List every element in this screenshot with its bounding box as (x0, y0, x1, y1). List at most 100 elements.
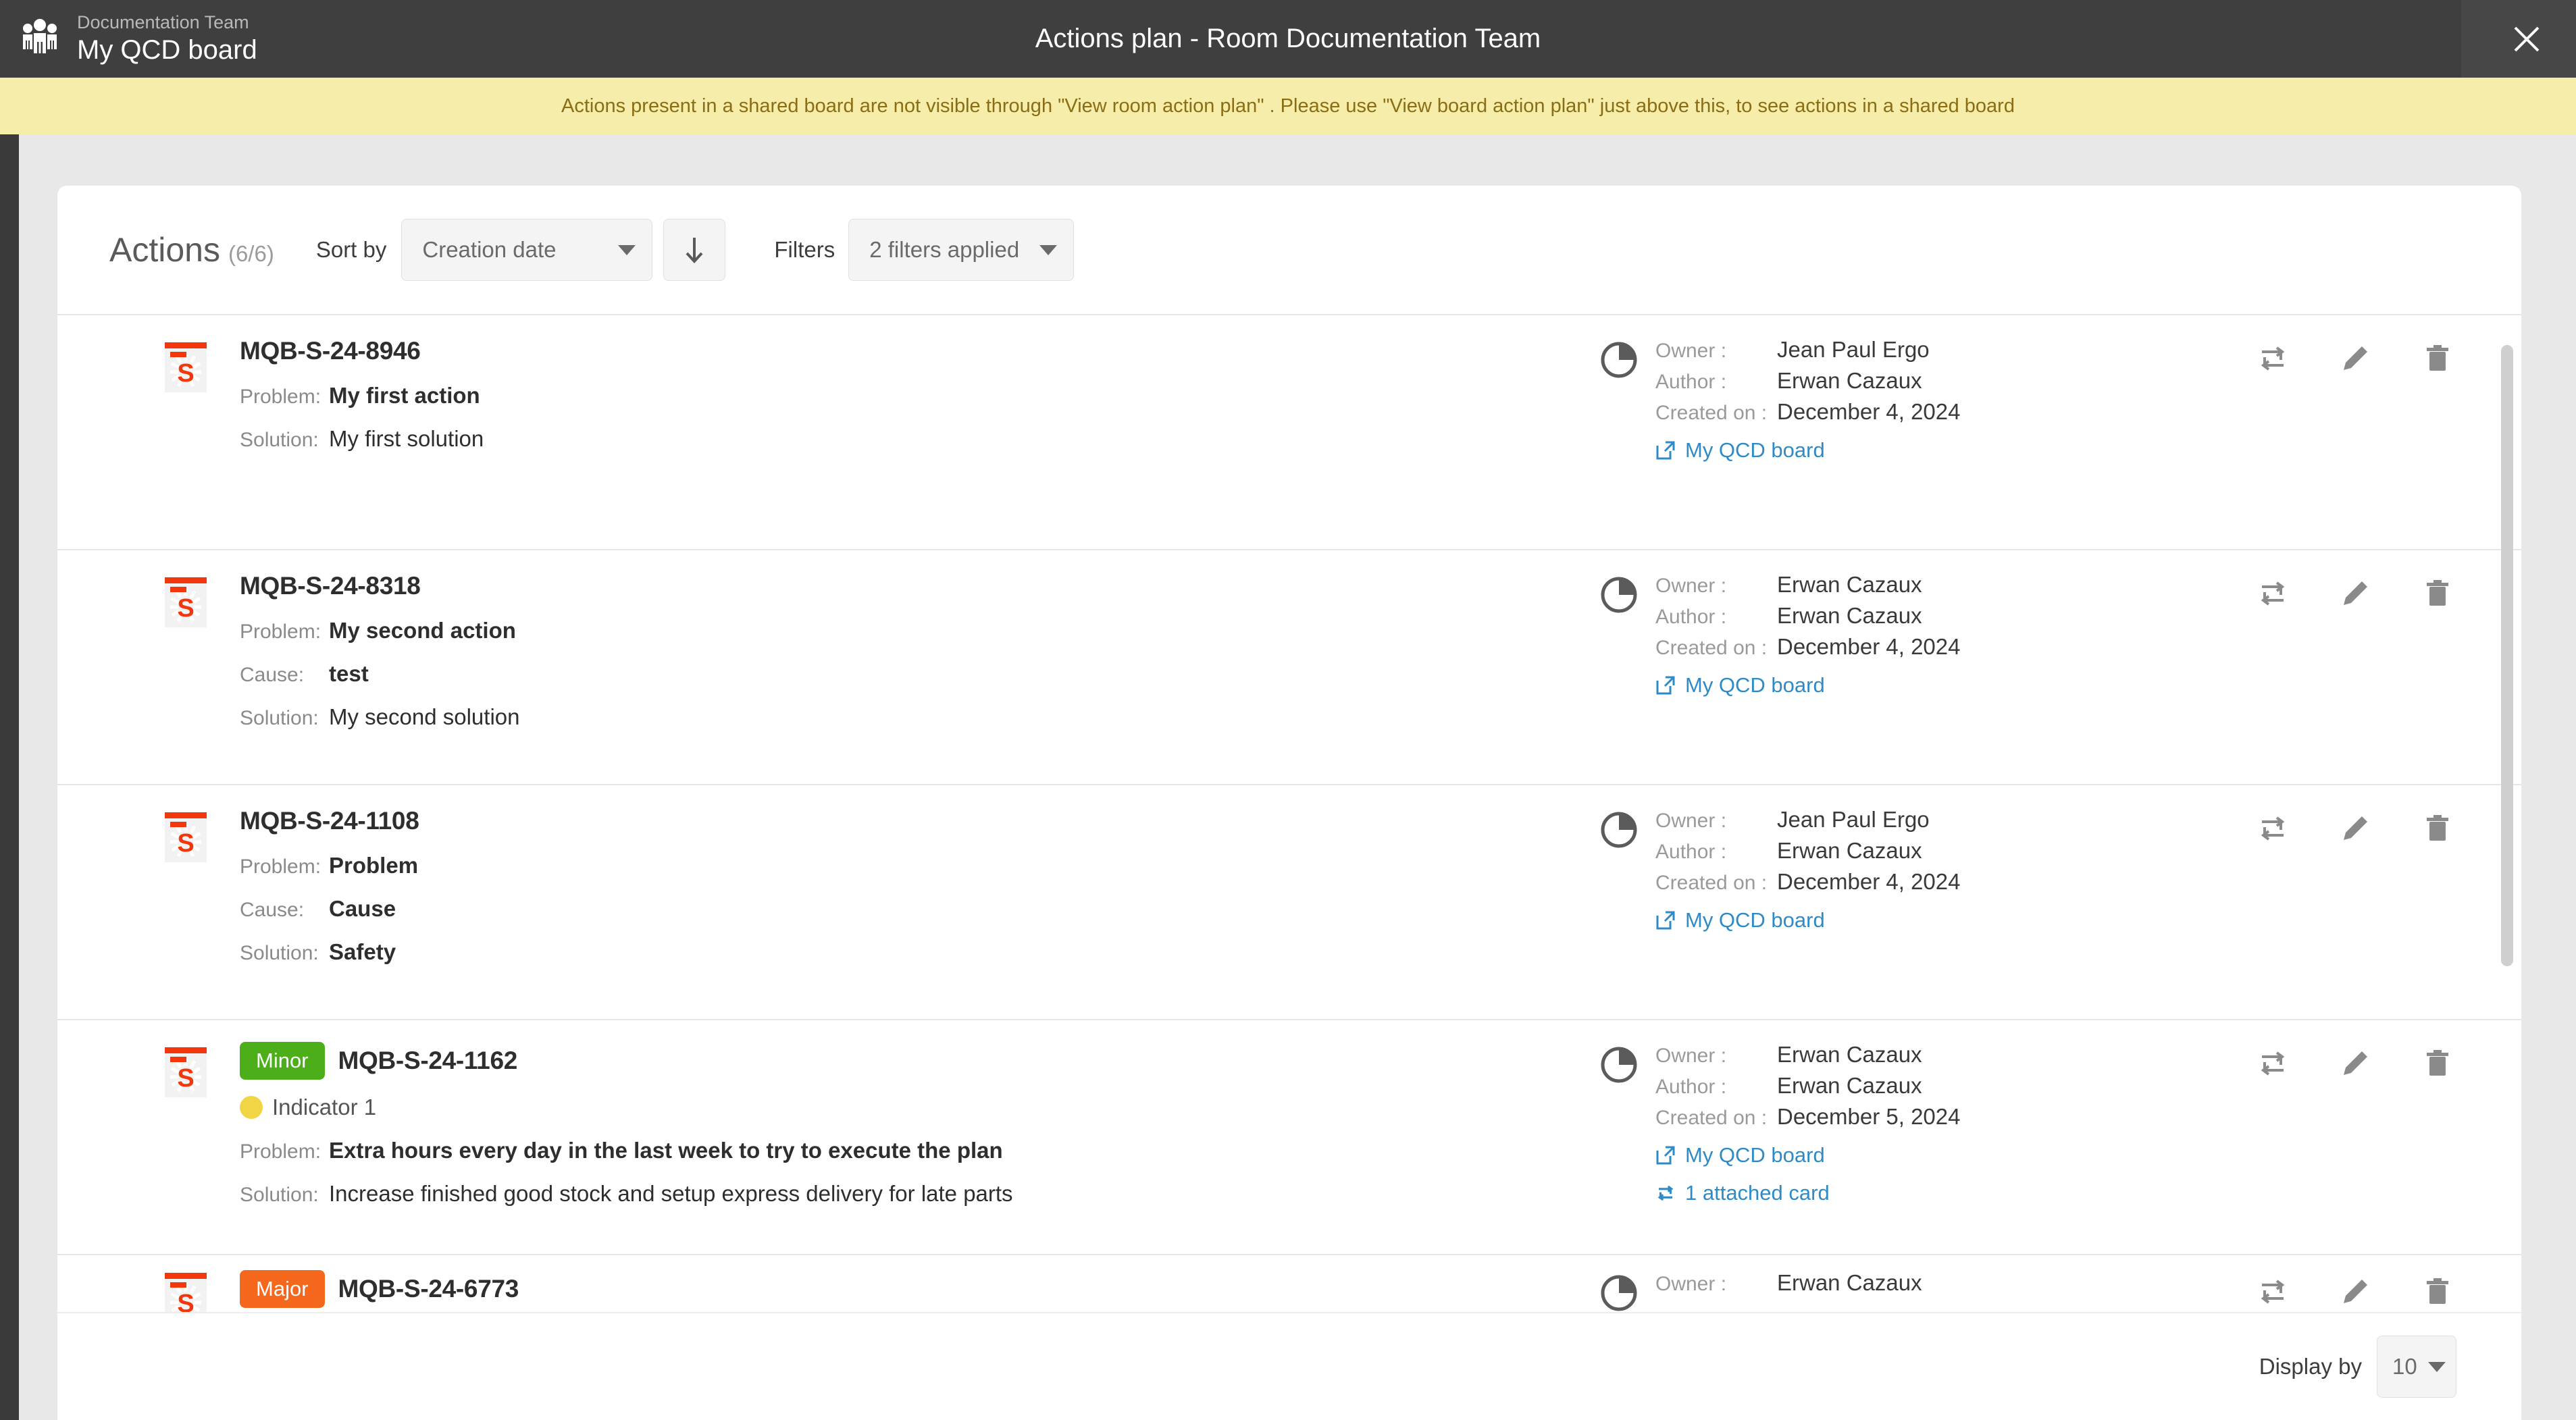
meta-value-author: Erwan Cazaux (1777, 838, 1922, 863)
sort-by-select[interactable]: Creation date (401, 219, 653, 281)
field-value-solution: Increase finished good stock and setup e… (329, 1181, 1013, 1206)
table-row[interactable]: S Minor MQB-S-24-1162 Indicator 1 Proble… (57, 1019, 2521, 1254)
field-solution: Solution: Safety (240, 939, 1646, 965)
field-value-cause: test (329, 661, 369, 686)
meta-value-author: Erwan Cazaux (1777, 1073, 1922, 1098)
display-by-select[interactable]: 10 (2377, 1336, 2456, 1398)
meta-label-owner: Owner : (1655, 575, 1727, 597)
sort-direction-button[interactable] (663, 219, 726, 281)
attached-card-link[interactable]: 1 attached card (1655, 1181, 2254, 1205)
row-tools (2254, 807, 2456, 847)
trash-icon (2427, 1278, 2448, 1304)
action-id: MQB-S-24-1162 (338, 1047, 518, 1074)
sort-by-label: Sort by (315, 237, 387, 262)
board-link[interactable]: My QCD board (1655, 673, 2254, 698)
board-link[interactable]: My QCD board (1655, 1143, 2254, 1167)
meta-value-created-on: December 4, 2024 (1777, 634, 1961, 659)
actions-card: Actions (6/6) Sort by Creation date Filt… (57, 186, 2521, 1381)
severity-badge: Minor (240, 1042, 325, 1080)
edit-button[interactable] (2336, 340, 2374, 377)
board-link-label: My QCD board (1685, 1143, 1825, 1167)
indicator-dot-icon (240, 1096, 263, 1119)
transfer-card-button[interactable] (2254, 810, 2292, 847)
row-meta: Owner : Jean Paul Ergo Author : Erwan Ca… (1601, 337, 2254, 463)
meta-label-owner: Owner : (1655, 1045, 1727, 1067)
meta-created-on: Created on : December 4, 2024 (1655, 399, 2254, 425)
progress-pie-icon (1600, 811, 1638, 849)
left-rail (0, 134, 19, 1420)
meta-value-author: Erwan Cazaux (1777, 603, 1922, 628)
close-button[interactable] (2510, 22, 2544, 56)
row-content: Major MQB-S-24-6773 (162, 1270, 1646, 1308)
meta-label-owner: Owner : (1655, 810, 1727, 832)
board-link[interactable]: My QCD board (1655, 908, 2254, 932)
meta-label-owner: Owner : (1655, 1273, 1727, 1295)
row-title-line: MQB-S-24-1108 (240, 807, 1646, 835)
table-row[interactable]: S MQB-S-24-8318 Problem: My second actio… (57, 549, 2521, 784)
filters-select[interactable]: 2 filters applied (848, 219, 1075, 281)
edit-button[interactable] (2336, 575, 2374, 612)
row-title-line: Minor MQB-S-24-1162 (240, 1042, 1646, 1080)
meta-owner: Owner : Erwan Cazaux (1655, 1270, 2254, 1296)
meta-created-on: Created on : December 5, 2024 (1655, 1104, 2254, 1130)
field-value-solution: Safety (329, 939, 396, 964)
svg-text:S: S (177, 594, 194, 623)
actions-heading: Actions (6/6) (109, 230, 274, 269)
field-label-cause: Cause: (240, 664, 305, 686)
safety-s-icon: S (162, 811, 209, 864)
progress-pie-icon (1600, 1274, 1638, 1312)
delete-button[interactable] (2419, 810, 2456, 847)
pencil-icon (2344, 1051, 2367, 1075)
action-id: MQB-S-24-8318 (240, 572, 421, 600)
delete-button[interactable] (2419, 1045, 2456, 1082)
transfer-card-button[interactable] (2254, 340, 2292, 377)
indicator-label: Indicator 1 (272, 1095, 377, 1120)
indicator: Indicator 1 (240, 1095, 1646, 1120)
delete-button[interactable] (2419, 575, 2456, 612)
field-label-solution: Solution: (240, 1184, 319, 1206)
severity-badge: Major (240, 1270, 325, 1308)
progress-pie-icon (1600, 576, 1638, 614)
attached-card-label: 1 attached card (1685, 1181, 1830, 1205)
field-value-solution: My second solution (329, 704, 520, 729)
transfer-card-button[interactable] (2254, 575, 2292, 612)
pencil-icon (2344, 816, 2367, 840)
field-label-problem: Problem: (240, 856, 321, 878)
edit-button[interactable] (2336, 810, 2374, 847)
meta-label-author: Author : (1655, 606, 1727, 628)
transfer-card-button[interactable] (2254, 1045, 2292, 1082)
svg-text:S: S (177, 359, 194, 388)
field-label-problem: Problem: (240, 386, 321, 408)
chevron-down-icon (1039, 244, 1058, 255)
meta-created-on: Created on : December 4, 2024 (1655, 869, 2254, 895)
svg-text:S: S (177, 1064, 194, 1093)
edit-button[interactable] (2336, 1273, 2374, 1311)
field-label-solution: Solution: (240, 429, 319, 451)
trash-icon (2427, 580, 2448, 606)
table-row[interactable]: S MQB-S-24-1108 Problem: Problem Cause: … (57, 784, 2521, 1019)
field-problem: Problem: Problem (240, 853, 1646, 878)
trash-icon (2427, 815, 2448, 841)
meta-label-owner: Owner : (1655, 340, 1727, 362)
progress-pie-icon (1600, 341, 1638, 379)
row-title-line: MQB-S-24-8318 (240, 572, 1646, 600)
transfer-card-button[interactable] (2254, 1273, 2292, 1311)
edit-button[interactable] (2336, 1045, 2374, 1082)
table-row[interactable]: S MQB-S-24-8946 Problem: My first action… (57, 314, 2521, 549)
row-content: MQB-S-24-1108 Problem: Problem Cause: Ca… (162, 807, 1646, 965)
brand-subtitle: Documentation Team (77, 11, 249, 32)
meta-author: Author : Erwan Cazaux (1655, 1073, 2254, 1099)
row-content: Minor MQB-S-24-1162 Indicator 1 Problem:… (162, 1042, 1646, 1207)
field-label-problem: Problem: (240, 621, 321, 643)
delete-button[interactable] (2419, 1273, 2456, 1311)
delete-button[interactable] (2419, 340, 2456, 377)
field-label-solution: Solution: (240, 707, 319, 729)
meta-author: Author : Erwan Cazaux (1655, 603, 2254, 629)
field-solution: Solution: Increase finished good stock a… (240, 1181, 1646, 1207)
meta-author: Author : Erwan Cazaux (1655, 838, 2254, 864)
field-value-problem: My first action (329, 383, 480, 408)
board-link[interactable]: My QCD board (1655, 438, 2254, 463)
list-scrollbar-thumb[interactable] (2501, 345, 2513, 966)
field-label-problem: Problem: (240, 1140, 321, 1163)
field-solution: Solution: My first solution (240, 426, 1646, 452)
